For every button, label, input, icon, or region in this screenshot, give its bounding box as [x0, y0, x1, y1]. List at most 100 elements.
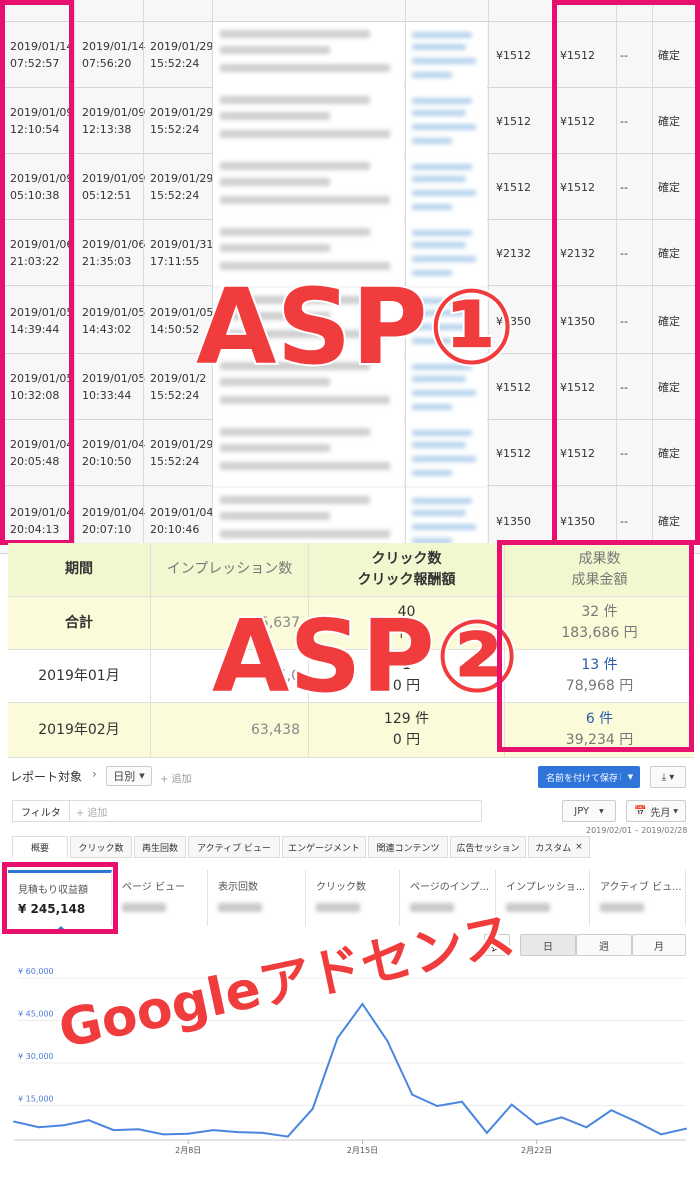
redacted-link [412, 176, 466, 182]
column-divider [143, 0, 144, 543]
download-button[interactable]: ⤓ ▾ [650, 766, 686, 788]
filter-label: フィルタ [13, 801, 70, 821]
redacted-value [122, 903, 166, 912]
redacted-value [506, 903, 550, 912]
view-day-button[interactable]: 日 [520, 934, 576, 956]
download-icon: ⤓ ▾ [661, 771, 675, 783]
tab-5[interactable]: エンゲージメント [282, 836, 366, 858]
redacted-text [220, 228, 370, 236]
x-tick-label: 2月15日 [347, 1146, 378, 1155]
report-target-label: レポート対象 [10, 770, 83, 784]
data-point [212, 1129, 215, 1132]
header-period: 期間 [8, 543, 151, 596]
redacted-text [220, 130, 390, 138]
data-point [237, 1131, 239, 1134]
cell-amount: ¥1512 [496, 48, 531, 62]
currency-select[interactable]: JPY ▼ [562, 800, 616, 822]
metric-card[interactable]: ページ ビュー [112, 870, 208, 926]
tab-4[interactable]: アクティブ ビュー [188, 836, 280, 858]
filter-bar[interactable]: フィルタ + 追加 [12, 800, 482, 822]
redacted-text [220, 428, 370, 436]
redacted-text [220, 46, 330, 54]
redacted-link [412, 404, 452, 410]
redacted-text [220, 396, 390, 404]
tab-label: カスタム [535, 843, 572, 854]
redacted-text [220, 196, 390, 204]
cell-date2: 2019/01/09 12:13:38 [82, 106, 146, 136]
y-tick-label: ¥ 45,000 [18, 1010, 54, 1019]
data-point [286, 1135, 289, 1138]
redacted-link [412, 430, 472, 436]
data-point [685, 1127, 687, 1130]
filter-add-input[interactable]: + 追加 [70, 804, 108, 819]
data-point [336, 1037, 339, 1039]
redacted-link [412, 110, 466, 116]
tab-7[interactable]: 広告セッション [450, 836, 526, 858]
redacted-link [412, 164, 472, 170]
redacted-link [412, 98, 472, 104]
redacted-link [412, 190, 476, 196]
cell-date2: 2019/01/06 21:35:03 [82, 238, 146, 268]
row-period: 合計 [8, 597, 151, 649]
tab-2[interactable]: クリック数 [70, 836, 132, 858]
cell-date3: 2019/01/29 15:52:24 [150, 438, 214, 468]
row-period: 2019年02月 [8, 703, 151, 757]
data-point [535, 1123, 538, 1126]
chevron-down-icon[interactable]: ▼ [620, 773, 640, 781]
granularity-select[interactable]: 日別 ▼ [106, 766, 152, 786]
data-point [560, 1116, 563, 1119]
adsense-report: レポート対象 › 日別 ▼ + 追加 名前を付けて保存 ▼ ⤓ ▾ フィルタ + … [0, 758, 700, 1182]
redacted-link [412, 44, 466, 50]
data-point [62, 1124, 65, 1127]
metric-label: 表示回数 [218, 882, 258, 893]
view-month-button[interactable]: 月 [632, 934, 686, 956]
redacted-link [412, 58, 476, 64]
row-period: 2019年01月 [8, 650, 151, 702]
close-icon[interactable]: × [575, 842, 583, 852]
tab-label: 広告セッション [456, 843, 520, 854]
tab-1[interactable]: 概要 [12, 836, 68, 858]
cell-date2: 2019/01/14 07:56:20 [82, 40, 146, 70]
view-week-button[interactable]: 週 [576, 934, 632, 956]
data-point [311, 1107, 314, 1110]
redacted-text [220, 64, 390, 72]
cell-date3: 2019/01/29 15:52:24 [150, 172, 214, 202]
header-clicks: クリック数 クリック報酬額 [309, 543, 505, 596]
tab-3[interactable]: 再生回数 [134, 836, 186, 858]
metric-card[interactable]: クリック数 [306, 870, 400, 926]
cell-date3: 2019/01/29 15:52:24 [150, 40, 214, 70]
add-dimension-link[interactable]: + 追加 [160, 770, 192, 785]
data-point [411, 1093, 414, 1096]
metric-label: アクティブ ビュ... [600, 882, 682, 893]
data-point [510, 1103, 513, 1106]
data-point [162, 1133, 165, 1136]
asp2-highlight [497, 540, 694, 752]
redacted-value [316, 903, 360, 912]
redacted-link [412, 456, 476, 462]
data-point [635, 1120, 638, 1123]
metric-label: ページのインプ... [410, 882, 490, 893]
x-tick-label: 2月8日 [175, 1146, 201, 1155]
redacted-text [220, 496, 370, 504]
redacted-value [600, 903, 644, 912]
tab-label: クリック数 [78, 843, 124, 854]
metric-card[interactable]: アクティブ ビュ... [590, 870, 686, 926]
redacted-link [412, 204, 452, 210]
save-as-button[interactable]: 名前を付けて保存 ▼ [538, 766, 640, 788]
data-point [610, 1109, 613, 1112]
redacted-value [410, 903, 454, 912]
tab-6[interactable]: 関連コンテンツ [368, 836, 448, 858]
calendar-icon: 📅 [633, 805, 647, 817]
chevron-right-icon: › [92, 767, 97, 781]
cell-amount: ¥1512 [496, 114, 531, 128]
metric-card[interactable]: インプレッショ... [496, 870, 590, 926]
redacted-text [220, 112, 330, 120]
data-point [37, 1126, 40, 1129]
metric-card[interactable]: 表示回数 [208, 870, 306, 926]
data-point [137, 1128, 140, 1131]
period-select[interactable]: 📅 先月 ▼ [626, 800, 686, 822]
cell-date3: 2019/01/29 15:52:24 [150, 106, 214, 136]
tab-8[interactable]: カスタム × [528, 836, 590, 858]
asp1-overlay-label: ASP① [194, 264, 518, 390]
y-tick-label: ¥ 60,000 [18, 967, 54, 976]
